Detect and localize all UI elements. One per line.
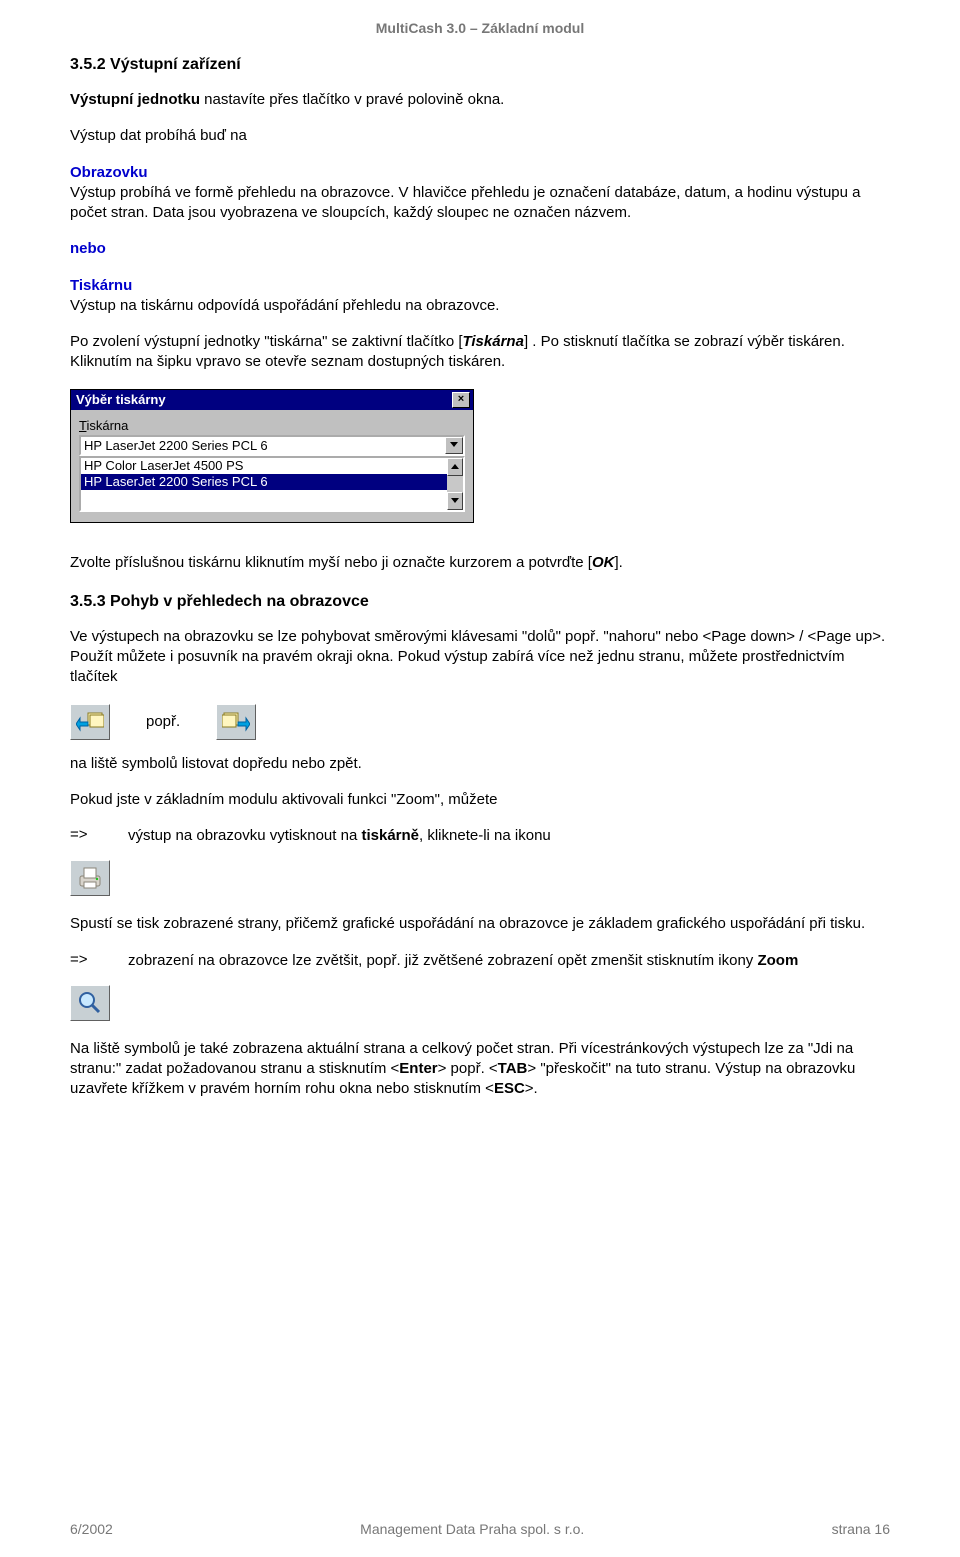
dialog-title: Výběr tiskárny [76,392,166,407]
paragraph: Výstup dat probíhá buď na [70,126,890,146]
text-bold: Výstupní jednotku [70,91,200,108]
print-icon[interactable] [70,860,110,896]
footer-page: strana 16 [832,1521,890,1537]
paragraph: Výstupní jednotku nastavíte přes tlačítk… [70,90,890,110]
zoom-icon[interactable] [70,985,110,1021]
list-item[interactable]: HP Color LaserJet 4500 PS [81,458,447,474]
paragraph: Tiskárnu Výstup na tiskárnu odpovídá usp… [70,276,890,317]
paragraph: výstup na obrazovku vytisknout na tiskár… [128,826,551,846]
combo-dropdown-button[interactable] [445,437,463,454]
next-page-icon[interactable] [216,704,256,740]
paragraph: Po zvolení výstupní jednotky "tiskárna" … [70,332,890,373]
text: zobrazení na obrazovce lze zvětšit, popř… [128,952,757,969]
text-popr: popř. [146,713,180,730]
section-title-navigation: 3.5.3 Pohyb v přehledech na obrazovce [70,593,890,611]
printer-combobox[interactable]: HP LaserJet 2200 Series PCL 6 [79,435,465,456]
text: Výstup na tiskárnu odpovídá uspořádání p… [70,297,499,314]
arrow-bullet: => [70,951,110,971]
section-title-output-device: 3.5.2 Výstupní zařízení [70,56,890,74]
paragraph: Ve výstupech na obrazovku se lze pohybov… [70,627,890,688]
paragraph: zobrazení na obrazovce lze zvětšit, popř… [128,951,798,971]
text-bold: tiskárně [361,827,419,844]
paragraph: Obrazovku Výstup probíhá ve formě přehle… [70,163,890,224]
paragraph: Pokud jste v základním modulu aktivovali… [70,790,890,810]
label-obrazovku: Obrazovku [70,164,148,181]
text: ]. [614,554,622,571]
scroll-up-button[interactable] [447,458,463,476]
text-bold: TAB [498,1060,528,1077]
list-item[interactable]: HP LaserJet 2200 Series PCL 6 [81,474,447,490]
dialog-titlebar[interactable]: Výběr tiskárny × [71,390,473,410]
chevron-up-icon [451,464,459,470]
chevron-down-icon [451,498,459,504]
paragraph: Na liště symbolů je také zobrazena aktuá… [70,1039,890,1100]
text-nebo: nebo [70,239,890,259]
text: >. [525,1080,538,1097]
scroll-down-button[interactable] [447,492,463,510]
text-bold: ESC [494,1080,525,1097]
paragraph: Zvolte příslušnou tiskárnu kliknutím myš… [70,553,890,573]
close-icon: × [458,393,464,405]
text: , kliknete-li na ikonu [419,827,551,844]
text-button-ref-tiskarna: Tiskárna [463,333,524,350]
footer-company: Management Data Praha spol. s r.o. [360,1521,584,1537]
close-button[interactable]: × [452,392,470,408]
printer-listbox[interactable]: HP Color LaserJet 4500 PS HP LaserJet 22… [79,456,465,512]
field-label-tiskarna: Tiskárna [79,418,465,433]
text: Po zvolení výstupní jednotky "tiskárna" … [70,333,463,350]
text: Výstup probíhá ve formě přehledu na obra… [70,184,861,221]
chevron-down-icon [450,442,458,448]
footer-date: 6/2002 [70,1521,113,1537]
text-bold: Zoom [757,952,798,969]
dialog-printer-select: Výběr tiskárny × Tiskárna HP LaserJet 22… [70,389,474,523]
label-tiskarnu: Tiskárnu [70,277,132,294]
combo-value[interactable]: HP LaserJet 2200 Series PCL 6 [81,437,445,454]
text-bold: Enter [399,1060,437,1077]
text: Zvolte příslušnou tiskárnu kliknutím myš… [70,554,592,571]
scrollbar[interactable] [447,458,463,510]
paragraph: Spustí se tisk zobrazené strany, přičemž… [70,914,890,934]
text-button-ref-ok: OK [592,554,615,571]
text: nastavíte přes tlačítko v pravé polovině… [200,91,504,108]
paragraph: na liště symbolů listovat dopředu nebo z… [70,754,890,774]
label-rest: iskárna [86,418,128,433]
page-header: MultiCash 3.0 – Základní modul [70,20,890,36]
arrow-bullet: => [70,826,110,846]
page-footer: 6/2002 Management Data Praha spol. s r.o… [70,1521,890,1537]
text: výstup na obrazovku vytisknout na [128,827,361,844]
text: > popř. < [438,1060,498,1077]
prev-page-icon[interactable] [70,704,110,740]
